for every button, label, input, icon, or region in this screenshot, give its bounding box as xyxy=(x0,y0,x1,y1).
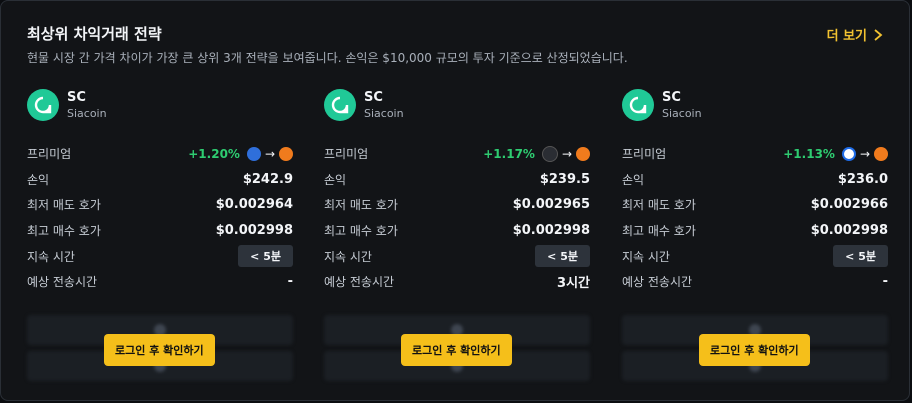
pnl-row: 손익 $242.9 xyxy=(27,167,293,193)
coin-header: SC Siacoin xyxy=(622,89,702,121)
highest-bid-label: 최고 매수 호가 xyxy=(324,224,398,239)
premium-value: +1.17% xyxy=(483,146,535,161)
lowest-ask-row: 최저 매도 호가 $0.002965 xyxy=(324,192,590,218)
lowest-ask-label: 최저 매도 호가 xyxy=(27,198,101,213)
strategy-card: SC Siacoin 프리미엄 +1.13% → 손익 $236.0 최저 매도… xyxy=(622,89,888,389)
duration-row: 지속 시간 < 5분 xyxy=(324,243,590,269)
duration-badge: < 5분 xyxy=(238,245,293,268)
transfer-time-value: - xyxy=(882,274,888,290)
more-label: 더 보기 xyxy=(826,29,867,44)
login-to-view-button[interactable]: 로그인 후 확인하기 xyxy=(699,334,810,366)
coin-header: SC Siacoin xyxy=(324,89,404,121)
login-to-view-button[interactable]: 로그인 후 확인하기 xyxy=(104,334,215,366)
pnl-row: 손익 $239.5 xyxy=(324,167,590,193)
transfer-time-row: 예상 전송시간 - xyxy=(622,269,888,295)
highest-bid-row: 최고 매수 호가 $0.002998 xyxy=(27,218,293,244)
premium-label: 프리미엄 xyxy=(27,147,72,162)
duration-label: 지속 시간 xyxy=(622,249,670,264)
premium-row: 프리미엄 +1.17% → xyxy=(324,141,590,167)
duration-label: 지속 시간 xyxy=(324,249,372,264)
highest-bid-label: 최고 매수 호가 xyxy=(622,224,696,239)
strategy-card: SC Siacoin 프리미엄 +1.17% → 손익 $239.5 최저 매도… xyxy=(324,89,590,389)
pnl-label: 손익 xyxy=(622,172,645,187)
coin-symbol: SC xyxy=(662,89,681,105)
panel-subtitle: 현물 시장 간 가격 차이가 가장 큰 상위 3개 전략을 보여줍니다. 손익은… xyxy=(27,51,628,65)
transfer-time-row: 예상 전송시간 - xyxy=(27,269,293,295)
transfer-time-label: 예상 전송시간 xyxy=(324,275,395,290)
highest-bid-label: 최고 매수 호가 xyxy=(27,224,101,239)
lowest-ask-label: 최저 매도 호가 xyxy=(622,198,696,213)
pnl-label: 손익 xyxy=(27,172,50,187)
coin-symbol: SC xyxy=(364,89,383,105)
coin-name: Siacoin xyxy=(364,106,404,120)
coin-header: SC Siacoin xyxy=(27,89,107,121)
arrow-right-icon: → xyxy=(859,146,870,161)
premium-value: +1.13% xyxy=(783,146,835,161)
duration-badge: < 5분 xyxy=(535,245,590,268)
premium-row: 프리미엄 +1.20% → xyxy=(27,141,293,167)
duration-row: 지속 시간 < 5분 xyxy=(622,243,888,269)
duration-badge: < 5분 xyxy=(833,245,888,268)
duration-label: 지속 시간 xyxy=(27,249,75,264)
orange-exchange-icon xyxy=(279,146,293,161)
chevron-right-icon xyxy=(874,28,883,41)
highest-bid-row: 최고 매수 호가 $0.002998 xyxy=(324,218,590,244)
pnl-value: $236.0 xyxy=(837,171,888,187)
lowest-ask-value: $0.002966 xyxy=(810,197,888,213)
blue-exchange-icon xyxy=(841,146,856,161)
siacoin-logo-icon xyxy=(622,89,654,121)
pnl-row: 손익 $236.0 xyxy=(622,167,888,193)
lowest-ask-value: $0.002965 xyxy=(512,197,590,213)
lowest-ask-label: 최저 매도 호가 xyxy=(324,198,398,213)
transfer-time-label: 예상 전송시간 xyxy=(622,275,693,290)
siacoin-logo-icon xyxy=(27,89,59,121)
dark-exchange-icon xyxy=(541,145,558,162)
arrow-right-icon: → xyxy=(264,146,275,161)
coin-name: Siacoin xyxy=(67,106,107,120)
highest-bid-value: $0.002998 xyxy=(215,223,293,239)
transfer-time-row: 예상 전송시간 3시간 xyxy=(324,269,590,295)
lowest-ask-row: 최저 매도 호가 $0.002964 xyxy=(27,192,293,218)
panel-title: 최상위 차익거래 전략 xyxy=(27,25,162,43)
lowest-ask-value: $0.002964 xyxy=(215,197,293,213)
coin-symbol: SC xyxy=(67,89,86,105)
highest-bid-row: 최고 매수 호가 $0.002998 xyxy=(622,218,888,244)
highest-bid-value: $0.002998 xyxy=(512,223,590,239)
transfer-time-label: 예상 전송시간 xyxy=(27,275,98,290)
mountain-exchange-icon xyxy=(246,146,261,161)
premium-value: +1.20% xyxy=(188,146,240,161)
transfer-time-value: - xyxy=(287,274,293,290)
orange-exchange-icon xyxy=(874,146,888,161)
more-link[interactable]: 더 보기 xyxy=(827,25,883,44)
premium-label: 프리미엄 xyxy=(622,147,667,162)
transfer-time-value: 3시간 xyxy=(557,276,590,292)
pnl-value: $242.9 xyxy=(242,171,293,187)
lowest-ask-row: 최저 매도 호가 $0.002966 xyxy=(622,192,888,218)
pnl-label: 손익 xyxy=(324,172,347,187)
pnl-value: $239.5 xyxy=(539,171,590,187)
highest-bid-value: $0.002998 xyxy=(810,223,888,239)
login-to-view-button[interactable]: 로그인 후 확인하기 xyxy=(401,334,512,366)
premium-label: 프리미엄 xyxy=(324,147,369,162)
coin-name: Siacoin xyxy=(662,106,702,120)
premium-row: 프리미엄 +1.13% → xyxy=(622,141,888,167)
duration-row: 지속 시간 < 5분 xyxy=(27,243,293,269)
arrow-right-icon: → xyxy=(561,146,572,161)
orange-exchange-icon xyxy=(576,146,590,161)
strategy-card: SC Siacoin 프리미엄 +1.20% → 손익 $242.9 최저 매도… xyxy=(27,89,293,389)
arbitrage-panel: 최상위 차익거래 전략 현물 시장 간 가격 차이가 가장 큰 상위 3개 전략… xyxy=(0,0,910,401)
siacoin-logo-icon xyxy=(324,89,356,121)
